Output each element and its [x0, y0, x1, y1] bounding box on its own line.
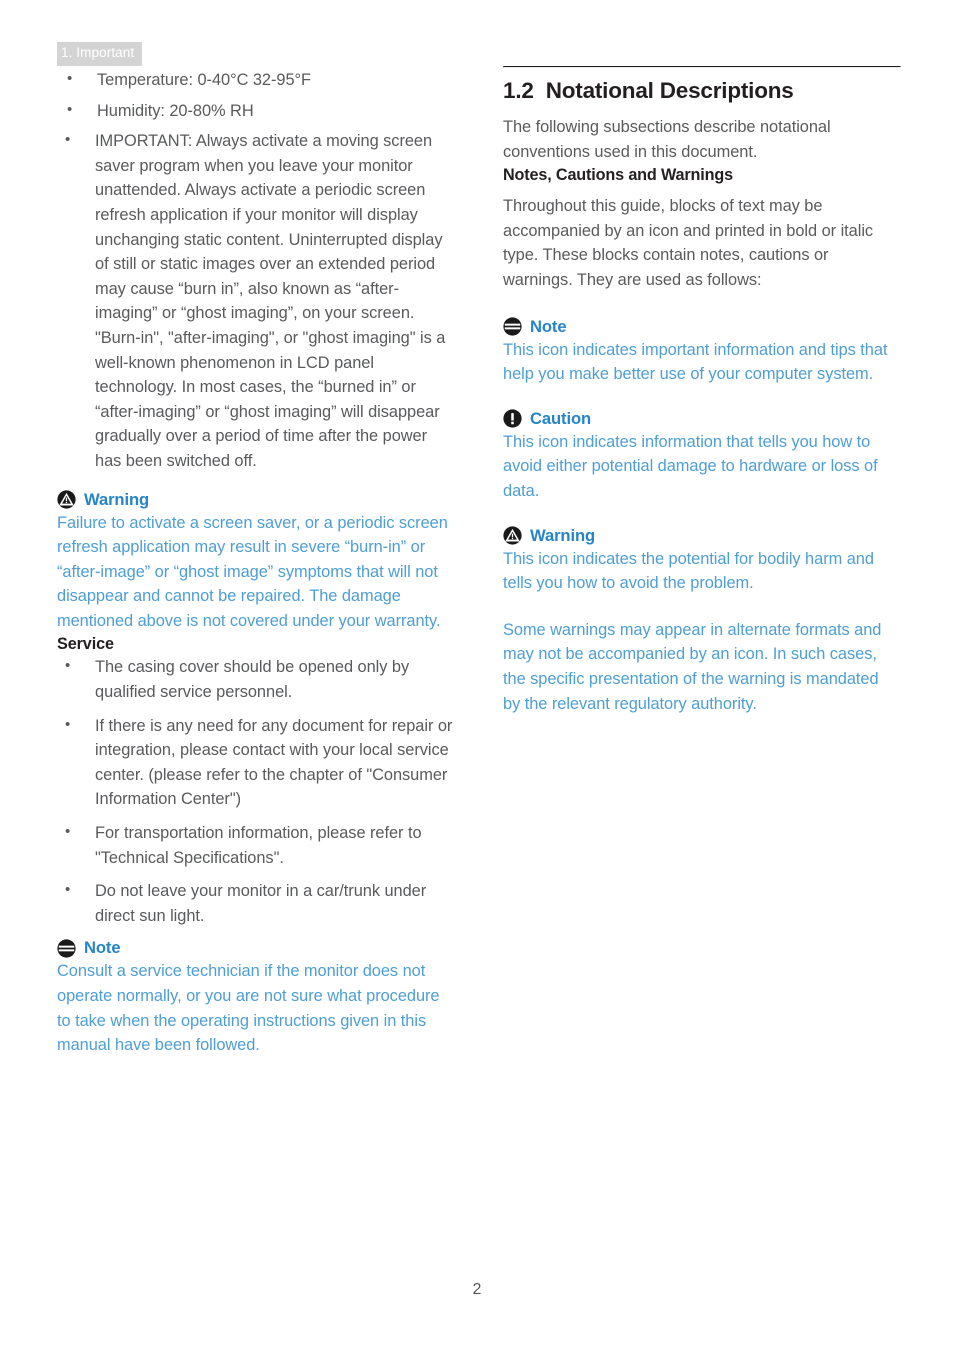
left-column: Temperature: 0-40°C 32-95°F Humidity: 20… — [57, 67, 453, 1058]
service-heading: Service — [57, 635, 114, 654]
list-item: The casing cover should be opened only b… — [57, 654, 453, 704]
warning-admonition-header: Warning — [57, 490, 453, 510]
running-header: 1. Important — [57, 42, 143, 66]
note-admonition-body: This icon indicates important informatio… — [503, 340, 888, 384]
note-admonition-header: Note — [57, 938, 453, 958]
list-item: If there is any need for any document fo… — [57, 713, 453, 812]
warning-admonition: Warning This icon indicates the potentia… — [503, 526, 899, 717]
list-item: Temperature: 0-40°C 32-95°F — [57, 67, 453, 93]
page-title: 1.2 Notational Descriptions — [503, 77, 899, 105]
note-admonition-body: Consult a service technician if the moni… — [57, 962, 440, 1055]
note-admonition-label: Note — [530, 316, 567, 336]
note-admonition-label: Note — [84, 938, 121, 958]
caution-admonition-label: Caution — [530, 408, 592, 428]
spec-bullet-list: Temperature: 0-40°C 32-95°F Humidity: 20… — [57, 67, 453, 124]
important-bullet-text-part1: IMPORTANT: Always activate a moving scre… — [95, 132, 443, 323]
caution-exclamation-icon — [503, 409, 522, 428]
subsection-intro: Throughout this guide, blocks of text ma… — [503, 197, 874, 289]
subsection-heading: Notes, Cautions and Warnings — [503, 166, 733, 185]
note-icon — [503, 317, 522, 336]
important-bullet-text-part2: "Burn-in", "after-imaging", or "ghost im… — [95, 328, 446, 470]
service-bullet-list: The casing cover should be opened only b… — [57, 654, 453, 928]
page-number: 2 — [472, 1281, 482, 1298]
list-item: Do not leave your monitor in a car/trunk… — [57, 878, 453, 928]
warning-triangle-icon — [57, 490, 76, 509]
note-admonition: Note This icon indicates important infor… — [503, 317, 899, 387]
list-item: For transportation information, please r… — [57, 820, 453, 870]
important-bullet-list: IMPORTANT: Always activate a moving scre… — [57, 128, 453, 473]
section-title-text: Notational Descriptions — [545, 78, 794, 103]
note-icon — [57, 939, 76, 958]
warning-admonition-header: Warning — [503, 526, 899, 546]
list-item: Humidity: 20-80% RH — [57, 98, 453, 124]
note-admonition-header: Note — [503, 317, 899, 337]
section-rule — [503, 66, 901, 68]
caution-admonition: Caution This icon indicates information … — [503, 409, 899, 504]
warning-triangle-icon — [503, 526, 522, 545]
document-page: 1. Important Temperature: 0-40°C 32-95°F… — [0, 0, 954, 1354]
section-intro: The following subsections describe notat… — [503, 118, 831, 161]
section-number: 1.2 — [503, 78, 534, 103]
list-item: IMPORTANT: Always activate a moving scre… — [57, 128, 453, 473]
caution-admonition-header: Caution — [503, 409, 899, 429]
warning-admonition-body: This icon indicates the potential for bo… — [503, 549, 874, 593]
right-column: 1.2 Notational Descriptions The following… — [503, 66, 901, 717]
warning-admonition-label: Warning — [84, 489, 150, 509]
warning-admonition-label: Warning — [530, 525, 596, 545]
note-admonition: Note Consult a service technician if the… — [57, 938, 453, 1057]
warning-admonition-body-secondary: Some warnings may appear in alternate fo… — [503, 620, 882, 713]
warning-admonition: Warning Failure to activate a screen sav… — [57, 490, 453, 634]
warning-admonition-body: Failure to activate a screen saver, or a… — [57, 513, 448, 630]
caution-admonition-body: This icon indicates information that tel… — [503, 432, 878, 500]
